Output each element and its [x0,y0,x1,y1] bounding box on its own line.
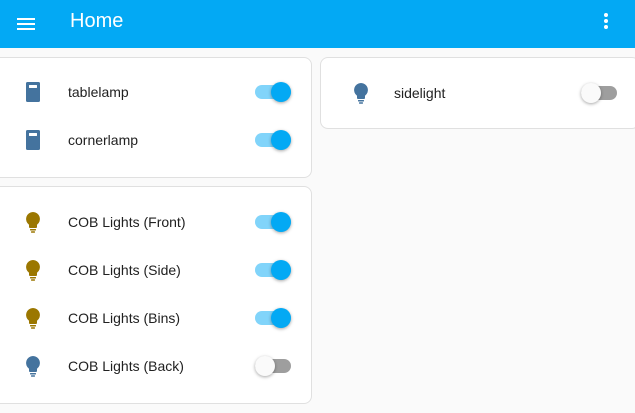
entity-row-cornerlamp: cornerlamp [0,116,311,164]
lightbulb-icon[interactable] [349,81,373,105]
entities-card-cob-lights: COB Lights (Front) COB Lights (Side) COB… [0,186,312,404]
entity-row-tablelamp: tablelamp [0,68,311,116]
toggle-switch[interactable] [255,80,291,104]
toggle-switch[interactable] [255,354,291,378]
lightbulb-icon[interactable] [21,354,45,378]
entities-card-lamps: tablelamp cornerlamp [0,57,312,178]
entity-label: COB Lights (Back) [68,358,184,374]
entity-row-cob-side: COB Lights (Side) [0,246,311,294]
more-options-icon[interactable] [594,9,618,33]
app-bar: Home [0,0,635,48]
toggle-switch[interactable] [581,81,617,105]
lightbulb-icon[interactable] [21,306,45,330]
entity-row-cob-front: COB Lights (Front) [0,198,311,246]
entity-row-cob-back: COB Lights (Back) [0,342,311,390]
entity-label: COB Lights (Bins) [68,310,181,326]
menu-icon[interactable] [14,12,38,36]
outlet-icon[interactable] [21,128,45,152]
entity-label: tablelamp [68,84,129,100]
lightbulb-icon[interactable] [21,258,45,282]
entity-label: COB Lights (Side) [68,262,181,278]
entity-label: cornerlamp [68,132,139,148]
entity-label: sidelight [394,85,446,101]
entity-row-sidelight: sidelight [321,69,635,117]
entity-label: COB Lights (Front) [68,214,186,230]
page-title: Home [70,10,124,32]
toggle-switch[interactable] [255,210,291,234]
entity-row-cob-bins: COB Lights (Bins) [0,294,311,342]
outlet-icon[interactable] [21,80,45,104]
toggle-switch[interactable] [255,258,291,282]
toggle-switch[interactable] [255,306,291,330]
entities-card-sidelight: sidelight [320,57,635,129]
toggle-switch[interactable] [255,128,291,152]
lightbulb-icon[interactable] [21,210,45,234]
